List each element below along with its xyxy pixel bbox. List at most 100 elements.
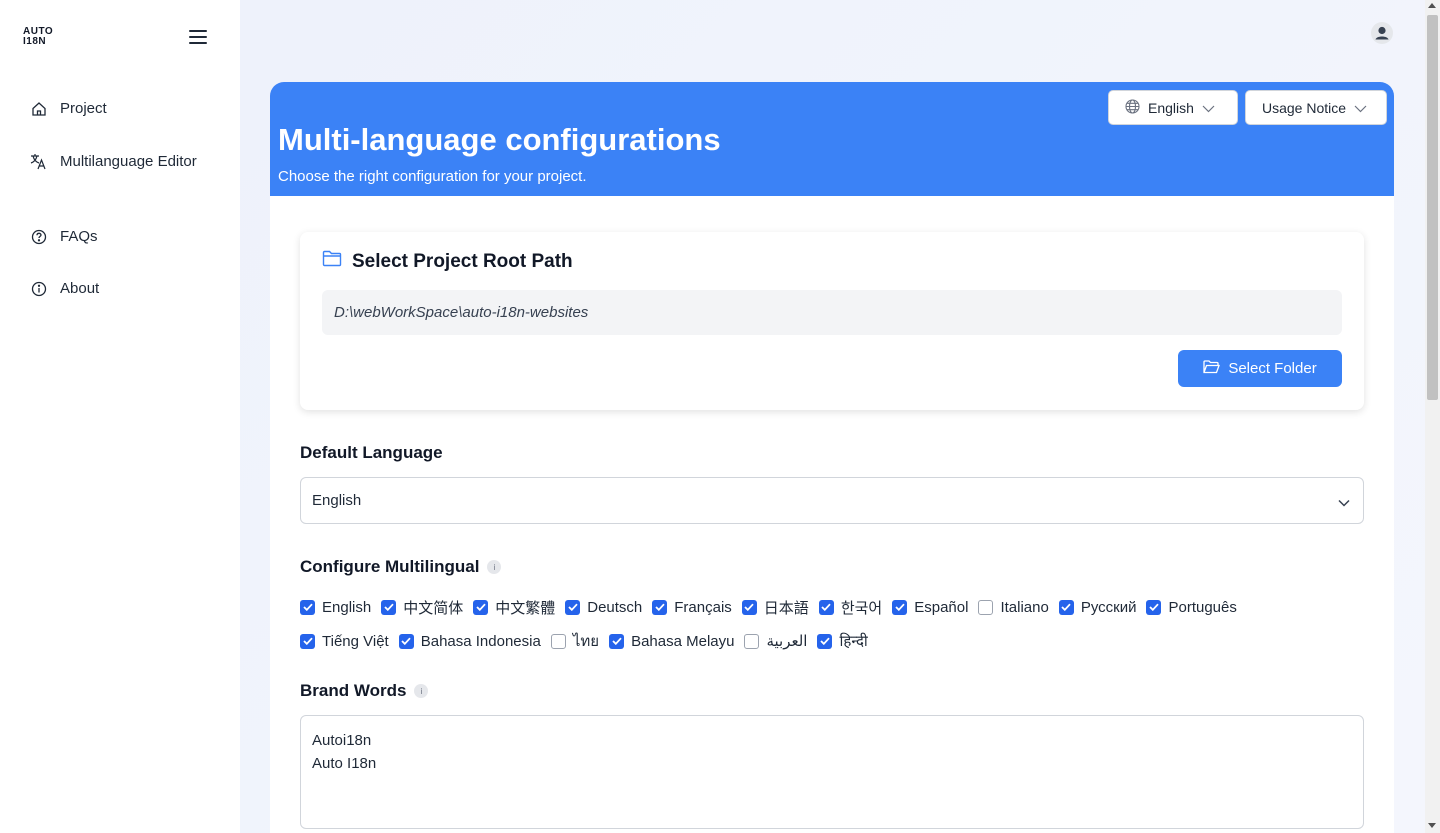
language-checkbox-label: 한국어 (840, 599, 883, 617)
language-dropdown-label: English (1148, 99, 1194, 116)
language-checkbox-item[interactable]: Français (652, 599, 732, 616)
question-circle-icon (30, 228, 47, 245)
sidebar-item-project[interactable]: Project (30, 97, 107, 120)
project-root-title-text: Select Project Root Path (352, 250, 573, 272)
sidebar-item-label: Project (60, 100, 107, 117)
language-checkbox-item[interactable]: Deutsch (565, 599, 642, 616)
sidebar: AUTO I18N Project Multilanguage Editor F… (0, 0, 240, 833)
user-avatar-icon[interactable] (1371, 22, 1393, 44)
config-card: English Usage Notice Multi-language conf… (270, 82, 1394, 833)
select-folder-button[interactable]: Select Folder (1178, 350, 1342, 387)
sidebar-item-label: About (60, 280, 100, 297)
language-checkbox-label: العربية (766, 633, 808, 650)
configure-multilingual-label: Configure Multilingual i (300, 557, 502, 577)
checkbox-checked[interactable] (565, 599, 581, 615)
folder-open-icon (1203, 359, 1221, 378)
language-checkbox-item[interactable]: Tiếng Việt (300, 633, 389, 650)
language-checkbox-item[interactable]: Italiano (978, 598, 1049, 616)
checkbox-checked[interactable] (609, 633, 625, 649)
language-checkbox-item[interactable]: ไทย (550, 629, 599, 653)
language-checkbox-label: Русский (1080, 598, 1137, 616)
brand-words-label: Brand Words i (300, 681, 429, 701)
language-checkbox-item[interactable]: Русский (1058, 598, 1137, 616)
sidebar-item-faqs[interactable]: FAQs (30, 225, 98, 248)
page-subtitle: Choose the right configuration for your … (278, 168, 587, 185)
info-circle-icon (30, 280, 47, 297)
default-language-label: Default Language (300, 443, 443, 463)
language-checkbox-label: Italiano (1000, 598, 1049, 616)
page-scrollbar[interactable] (1425, 0, 1440, 833)
language-dropdown[interactable]: English (1108, 90, 1238, 125)
language-checkbox-label: Tiếng Việt (322, 632, 389, 650)
app-logo[interactable]: AUTO I18N (23, 27, 53, 47)
sidebar-item-about[interactable]: About (30, 277, 99, 300)
default-language-label-text: Default Language (300, 443, 443, 462)
configure-multilingual-label-text: Configure Multilingual (300, 557, 480, 576)
main-content: English Usage Notice Multi-language conf… (240, 0, 1425, 833)
checkbox-checked[interactable] (1058, 599, 1074, 615)
checkbox-unchecked[interactable] (550, 633, 566, 649)
translate-icon (30, 153, 47, 170)
checkbox-checked[interactable] (652, 599, 668, 615)
language-checkbox-item[interactable]: English (300, 599, 371, 616)
language-row: English 中文简体 中文繁體 Deutsch Français 日本語 한국어 Espa… (300, 590, 1364, 624)
checkbox-checked[interactable] (381, 599, 397, 615)
language-checkbox-label: Español (914, 598, 969, 616)
language-checkbox-label: 中文繁體 (495, 599, 556, 617)
logo-line-2: I18N (23, 36, 47, 47)
menu-toggle-icon[interactable] (189, 30, 207, 45)
language-checkbox-label: 中文简体 (403, 599, 464, 617)
globe-icon (1125, 98, 1140, 117)
chevron-down-icon (1202, 100, 1215, 116)
brand-words-label-text: Brand Words (300, 681, 407, 700)
language-checkbox-item[interactable]: हिन्दी (817, 631, 868, 651)
language-checkbox-item[interactable]: 中文简体 (381, 597, 463, 618)
language-row: Tiếng Việt Bahasa Indonesia ไทย Bahasa Mela… (300, 624, 1364, 658)
project-root-panel: Select Project Root Path D:\webWorkSpace… (300, 232, 1364, 410)
chevron-down-icon (1354, 100, 1367, 116)
language-checkbox-item[interactable]: Português (1146, 598, 1237, 616)
scroll-down-arrow-icon[interactable] (1428, 823, 1436, 828)
sidebar-item-label: Multilanguage Editor (60, 153, 197, 170)
language-checkbox-item[interactable]: 日本語 (741, 597, 809, 618)
brand-words-textarea[interactable]: Autoi18n Auto I18n (300, 715, 1364, 829)
scroll-up-arrow-icon[interactable] (1428, 3, 1436, 8)
checkbox-checked[interactable] (300, 633, 315, 649)
checkbox-checked[interactable] (817, 633, 833, 649)
language-checkbox-item[interactable]: Bahasa Melayu (609, 633, 734, 650)
banner: English Usage Notice Multi-language conf… (270, 82, 1394, 196)
language-checkbox-label: Bahasa Indonesia (420, 632, 541, 650)
checkbox-checked[interactable] (892, 599, 908, 615)
info-icon[interactable]: i (414, 684, 429, 698)
language-checkbox-group: English 中文简体 中文繁體 Deutsch Français 日本語 한국어 Espa… (300, 590, 1364, 658)
language-checkbox-label: Deutsch (587, 598, 643, 616)
language-checkbox-item[interactable]: 한국어 (818, 597, 883, 618)
scrollbar-thumb[interactable] (1427, 15, 1438, 400)
language-checkbox-item[interactable]: 中文繁體 (473, 597, 555, 618)
select-folder-label: Select Folder (1228, 360, 1317, 377)
usage-notice-dropdown[interactable]: Usage Notice (1245, 90, 1387, 125)
checkbox-checked[interactable] (1146, 599, 1162, 615)
checkbox-checked[interactable] (398, 633, 414, 649)
checkbox-unchecked[interactable] (978, 599, 994, 615)
page-title: Multi-language configurations (278, 122, 721, 157)
project-path-field[interactable]: D:\webWorkSpace\auto-i18n-websites (322, 290, 1342, 335)
checkbox-unchecked[interactable] (744, 633, 760, 649)
language-checkbox-item[interactable]: العربية (744, 632, 807, 650)
checkbox-checked[interactable] (818, 599, 834, 615)
sidebar-item-multilanguage-editor[interactable]: Multilanguage Editor (30, 150, 200, 173)
project-root-title: Select Project Root Path (322, 250, 573, 273)
checkbox-checked[interactable] (300, 599, 315, 615)
info-icon[interactable]: i (487, 560, 502, 574)
language-checkbox-label: Bahasa Melayu (631, 632, 735, 650)
home-icon (30, 100, 47, 117)
checkbox-checked[interactable] (741, 599, 757, 615)
default-language-value: English (312, 492, 362, 509)
checkbox-checked[interactable] (473, 599, 489, 615)
language-checkbox-label: Français (674, 598, 732, 616)
language-checkbox-label: Português (1168, 598, 1237, 616)
language-checkbox-label: English (322, 598, 372, 616)
language-checkbox-item[interactable]: Español (892, 599, 968, 616)
default-language-select[interactable]: English (300, 477, 1364, 524)
language-checkbox-item[interactable]: Bahasa Indonesia (398, 632, 541, 650)
